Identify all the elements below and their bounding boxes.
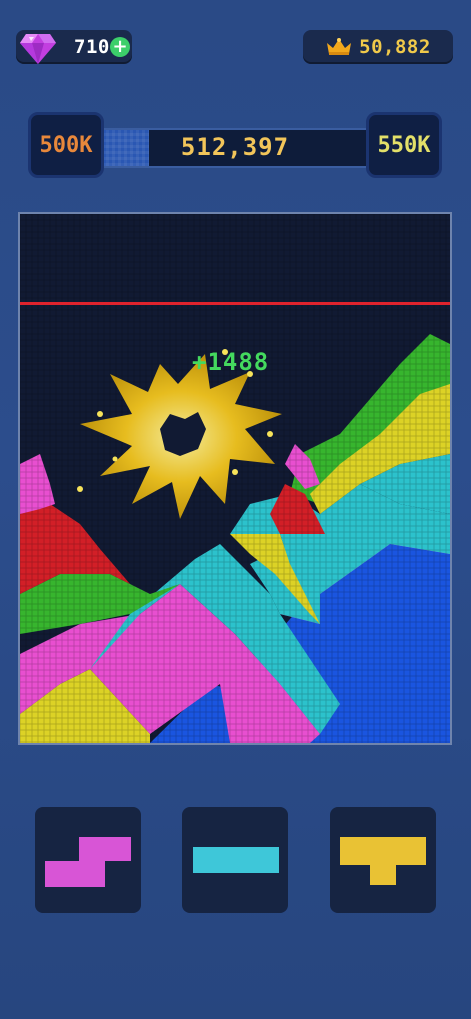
best-score-value: 50,882 xyxy=(359,36,431,58)
best-score-badge: 50,882 xyxy=(303,30,453,64)
next-milestone: 550K xyxy=(366,112,442,178)
game-board[interactable]: +1488 xyxy=(18,212,452,745)
score-popup: +1488 xyxy=(192,348,270,376)
gem-icon xyxy=(20,34,56,64)
previous-milestone: 500K xyxy=(28,112,104,178)
block-pile xyxy=(20,214,450,743)
yellow-t-piece[interactable] xyxy=(330,807,436,913)
magenta-s-piece[interactable] xyxy=(35,807,141,913)
piece-slot-3[interactable] xyxy=(330,807,436,913)
danger-line xyxy=(20,302,450,305)
current-score: 512,397 xyxy=(180,133,290,161)
add-gems-button[interactable]: + xyxy=(110,37,130,57)
crown-icon xyxy=(327,38,352,55)
cyan-bar-piece[interactable] xyxy=(182,807,288,913)
gem-count: 710 xyxy=(74,36,110,58)
piece-slot-1[interactable] xyxy=(35,807,141,913)
piece-slot-2[interactable] xyxy=(182,807,288,913)
